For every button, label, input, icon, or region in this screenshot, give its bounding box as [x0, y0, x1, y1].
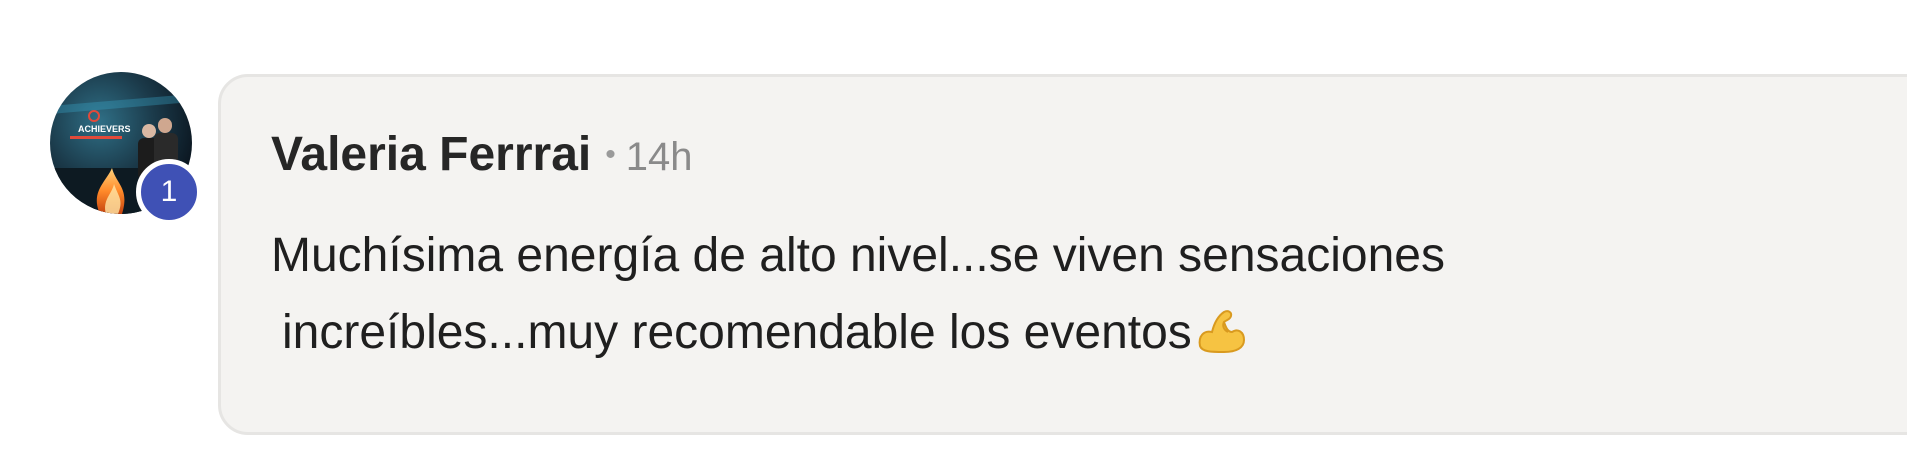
comment-panel: ACHIEVERS 1 Valeria Ferrrai • 14h Muchís…: [0, 0, 1907, 473]
separator-dot: •: [605, 138, 616, 171]
comment-header: Valeria Ferrrai • 14h: [271, 127, 693, 182]
comment-bubble: Valeria Ferrrai • 14h Muchísima energía …: [218, 74, 1907, 435]
flexed-biceps-icon: [1194, 302, 1248, 356]
author-name[interactable]: Valeria Ferrrai: [271, 127, 591, 182]
comment-text-line-2-wrap: increíbles...muy recomendable los evento…: [271, 294, 1871, 371]
avatar-banner-text: ACHIEVERS: [78, 124, 131, 134]
comment-timestamp[interactable]: 14h: [626, 135, 693, 180]
comment-text-line-1: Muchísima energía de alto nivel...se viv…: [271, 229, 1445, 282]
comment-text-line-2: increíbles...muy recomendable los evento…: [282, 306, 1192, 359]
comment-text: Muchísima energía de alto nivel...se viv…: [271, 217, 1871, 371]
comment-avatar-group[interactable]: ACHIEVERS 1: [50, 72, 202, 225]
notification-badge[interactable]: 1: [136, 159, 202, 225]
